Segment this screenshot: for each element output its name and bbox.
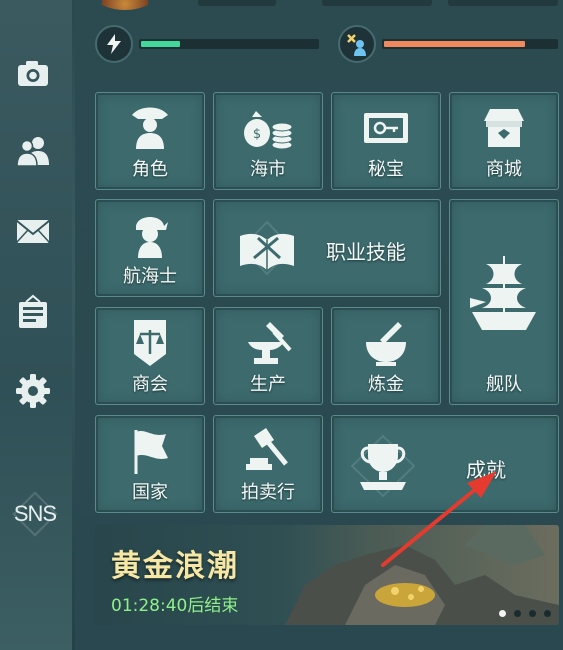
mortar-pestle-icon (366, 322, 406, 366)
work-bar (382, 39, 558, 49)
energy-bar-fill (141, 41, 180, 47)
pirate-captain-icon (132, 107, 168, 149)
work-icon-badge (338, 25, 376, 63)
auction-label: 拍卖行 (241, 482, 295, 503)
trophy-icon (350, 434, 416, 498)
nation-label: 国家 (132, 482, 168, 503)
page-dot[interactable] (514, 610, 521, 617)
skill-book-icon (240, 220, 294, 276)
production-label: 生产 (250, 374, 286, 395)
page-dot[interactable] (544, 610, 551, 617)
notice-board-icon (19, 294, 47, 328)
energy-status (95, 25, 319, 63)
role-button[interactable]: 角色 (95, 92, 205, 190)
auction-button[interactable]: 拍卖行 (213, 415, 323, 513)
coin-bag-icon: $ (244, 111, 293, 150)
market-label: 海市 (250, 159, 286, 180)
top-status-fragment (198, 0, 276, 6)
event-timer: 01:28:40后结束 (111, 596, 239, 616)
anvil-hammer-icon (248, 322, 292, 364)
energy-bar (139, 39, 319, 49)
worker-icon (347, 34, 366, 56)
golden-tide-event-banner[interactable]: 黄金浪潮 01:28:40后结束 (95, 525, 559, 625)
sns-label: SNS (13, 501, 57, 526)
settings-button[interactable] (10, 368, 56, 414)
fleet-label: 舰队 (486, 374, 522, 395)
sailing-ship-icon (470, 256, 536, 330)
lightning-icon (107, 34, 121, 54)
work-bar-fill (384, 41, 526, 47)
role-label: 角色 (132, 159, 168, 180)
left-icon-rail: SNS (0, 0, 72, 650)
gear-icon (16, 374, 50, 408)
shop-icon (484, 109, 524, 147)
friends-icon (16, 137, 49, 167)
camera-icon (18, 61, 48, 86)
alchemy-label: 炼金 (368, 374, 404, 395)
mail-icon (16, 220, 50, 243)
energy-icon-badge (95, 25, 133, 63)
friends-button[interactable] (10, 128, 56, 174)
page-dot-active[interactable] (499, 610, 506, 617)
work-status (338, 25, 558, 63)
production-button[interactable]: 生产 (213, 307, 323, 405)
gavel-icon (246, 428, 288, 470)
alchemy-button[interactable]: 炼金 (331, 307, 441, 405)
achievement-label: 成就 (466, 458, 506, 482)
page-dot[interactable] (529, 610, 536, 617)
treasure-map-icon (364, 113, 408, 143)
notice-board-button[interactable] (10, 290, 56, 336)
sns-button[interactable]: SNS (8, 494, 62, 534)
svg-text:$: $ (253, 127, 261, 142)
mail-button[interactable] (10, 208, 56, 254)
achievement-button[interactable]: 成就 (331, 415, 559, 513)
nation-button[interactable]: 国家 (95, 415, 205, 513)
sailor-icon (136, 217, 168, 258)
scales-banner-icon (134, 320, 166, 366)
guild-label: 商会 (132, 374, 168, 395)
guild-button[interactable]: 商会 (95, 307, 205, 405)
sailor-label: 航海士 (123, 266, 177, 287)
career-skill-button[interactable]: 职业技能 (213, 199, 441, 297)
camera-button[interactable] (10, 50, 56, 96)
treasure-label: 秘宝 (368, 159, 404, 180)
career-skill-label: 职业技能 (326, 240, 406, 264)
mall-button[interactable]: 商城 (449, 92, 559, 190)
top-status-fragment (448, 0, 558, 6)
mall-label: 商城 (486, 159, 522, 180)
fleet-button[interactable]: 舰队 (449, 199, 559, 405)
event-title: 黄金浪潮 (111, 549, 239, 584)
treasure-button[interactable]: 秘宝 (331, 92, 441, 190)
banner-page-indicator[interactable] (499, 610, 551, 617)
market-button[interactable]: $ 海市 (213, 92, 323, 190)
top-status-fragment (322, 0, 432, 6)
sailor-button[interactable]: 航海士 (95, 199, 205, 297)
flag-icon (134, 430, 168, 474)
